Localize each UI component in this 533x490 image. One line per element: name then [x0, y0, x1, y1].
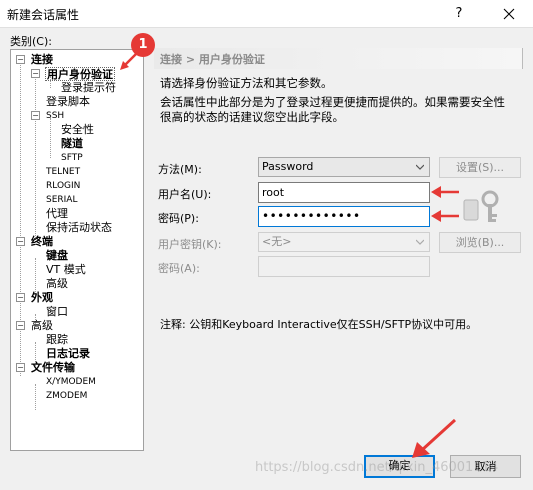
annotation-arrow-icon [431, 186, 459, 198]
tree-item-xymodem[interactable]: X/YMODEM [46, 375, 96, 389]
tree-item-terminal[interactable]: 终端 [31, 235, 53, 249]
tree-item-proxy[interactable]: 代理 [46, 207, 68, 221]
tree-item-login-prompt[interactable]: 登录提示符 [61, 81, 116, 95]
annotation-arrow-icon [120, 53, 137, 70]
watermark: https://blog.csdn.net/qixin_46001114 [255, 460, 499, 475]
tree-item-serial[interactable]: SERIAL [46, 193, 77, 207]
expand-toggle-icon[interactable]: − [31, 69, 40, 78]
tree-item-appearance[interactable]: 外观 [31, 291, 53, 305]
tree-item-tunnel[interactable]: 隧道 [61, 137, 83, 151]
tree-item-window[interactable]: 窗口 [46, 305, 68, 319]
tree-item-logging[interactable]: 日志记录 [46, 347, 90, 361]
password-label: 密码(P): [158, 212, 199, 225]
close-icon [503, 8, 515, 20]
annotation-arrow-icon [431, 210, 459, 222]
tree-line [35, 76, 36, 242]
chevron-down-icon [416, 239, 424, 245]
chevron-down-icon [416, 164, 424, 170]
expand-toggle-icon[interactable]: − [16, 363, 25, 372]
panel-description-line2: 很高的状态的话建议您空出此字段。 [160, 110, 344, 124]
expand-toggle-icon[interactable]: − [16, 321, 25, 330]
tree-item-terminal-advanced[interactable]: 高级 [46, 277, 68, 291]
password-input[interactable]: ••••••••••••• [258, 206, 430, 227]
expand-toggle-icon[interactable]: − [16, 55, 25, 64]
tree-item-file-transfer[interactable]: 文件传输 [31, 361, 75, 375]
user-key-select[interactable]: <无> [258, 232, 430, 252]
close-button[interactable] [498, 3, 520, 25]
tree-item-trace[interactable]: 跟踪 [46, 333, 68, 347]
key-icon [463, 190, 499, 222]
tree-item-ssh[interactable]: SSH [46, 109, 64, 123]
passphrase-input[interactable] [258, 256, 430, 277]
help-button[interactable]: ? [448, 3, 470, 25]
window-title: 新建会话属性 [7, 8, 80, 22]
expand-toggle-icon[interactable]: − [31, 111, 40, 120]
annotation-arrow-icon [412, 418, 457, 458]
username-input[interactable]: root [258, 182, 430, 203]
breadcrumb: 连接 > 用户身份验证 [160, 53, 265, 66]
note-text: 注释: 公钥和Keyboard Interactive仅在SSH/SFTP协议中… [160, 318, 478, 331]
passphrase-label: 密码(A): [158, 262, 200, 275]
browse-button[interactable]: 浏览(B)... [439, 232, 521, 253]
tree-item-telnet[interactable]: TELNET [46, 165, 80, 179]
method-select[interactable]: Password [258, 157, 430, 177]
username-label: 用户名(U): [158, 188, 212, 201]
method-value: Password [262, 160, 314, 173]
tree-item-user-auth[interactable]: 用户身份验证 [45, 67, 115, 81]
tree-item-security[interactable]: 安全性 [61, 123, 94, 137]
tree-item-advanced[interactable]: 高级 [31, 319, 53, 333]
expand-toggle-icon[interactable]: − [16, 293, 25, 302]
tree-item-vt-mode[interactable]: VT 模式 [46, 263, 86, 277]
category-label: 类别(C): [10, 35, 52, 48]
panel-description-line1: 会话属性中此部分是为了登录过程更便捷而提供的。如果需要安全性 [160, 95, 505, 109]
tree-item-keepalive[interactable]: 保持活动状态 [46, 221, 112, 235]
user-key-value: <无> [262, 235, 292, 248]
method-label: 方法(M): [158, 163, 202, 176]
expand-toggle-icon[interactable]: − [16, 237, 25, 246]
user-key-label: 用户密钥(K): [158, 238, 222, 251]
tree-item-keyboard[interactable]: 键盘 [46, 249, 68, 263]
tree-item-connection[interactable]: 连接 [31, 53, 53, 67]
panel-description: 请选择身份验证方法和其它参数。 [160, 76, 333, 90]
panel-header: 连接 > 用户身份验证 [154, 48, 523, 69]
category-tree[interactable]: − − − − − − − 连接 用户身份验证 登录提示符 登录脚本 SSH 安… [10, 49, 144, 451]
tree-item-login-script[interactable]: 登录脚本 [46, 95, 90, 109]
tree-line [50, 118, 51, 158]
settings-button[interactable]: 设置(S)... [439, 157, 521, 178]
tree-item-rlogin[interactable]: RLOGIN [46, 179, 80, 193]
tree-item-zmodem[interactable]: ZMODEM [46, 389, 87, 403]
tree-line [35, 384, 36, 410]
tree-item-sftp[interactable]: SFTP [61, 151, 83, 165]
title-bar: 新建会话属性 ? [0, 0, 533, 28]
